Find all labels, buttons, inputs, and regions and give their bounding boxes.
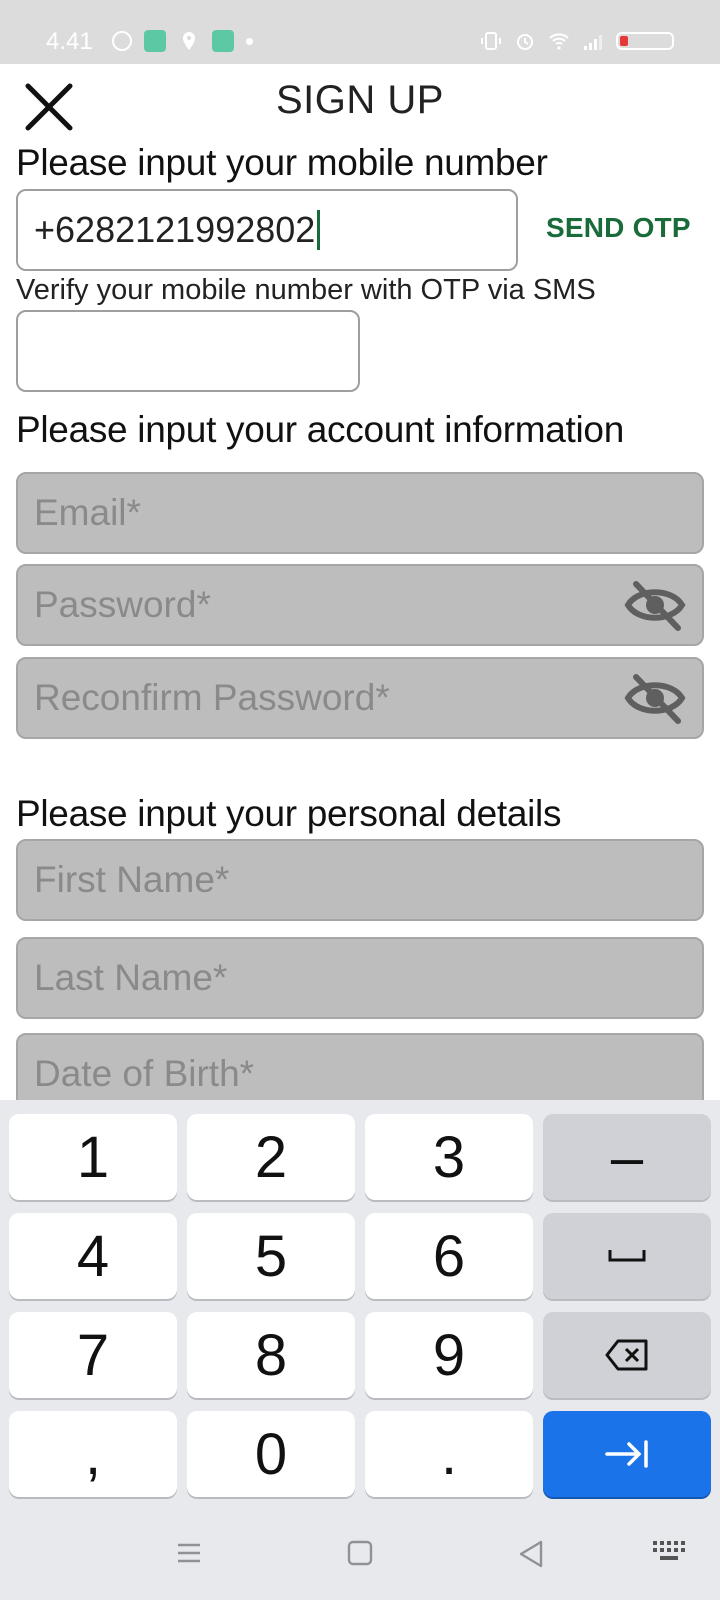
otp-helper-text: Verify your mobile number with OTP via S… <box>16 274 596 306</box>
personal-section-label: Please input your personal details <box>16 793 562 834</box>
app-notification-icon <box>144 30 166 52</box>
key-9[interactable]: 9 <box>365 1312 533 1398</box>
key-7[interactable]: 7 <box>9 1312 177 1398</box>
backspace-icon <box>605 1339 648 1371</box>
key-2[interactable]: 2 <box>187 1114 355 1200</box>
key-next[interactable] <box>543 1411 711 1497</box>
back-icon[interactable] <box>518 1540 544 1568</box>
next-field-icon <box>605 1440 648 1468</box>
key-6[interactable]: 6 <box>365 1213 533 1299</box>
signal-icon <box>584 35 602 50</box>
text-cursor <box>317 210 321 250</box>
date-of-birth-placeholder: Date of Birth* <box>34 1053 255 1094</box>
key-3[interactable]: 3 <box>365 1114 533 1200</box>
last-name-field[interactable]: Last Name* <box>16 937 704 1019</box>
key-dash[interactable]: – <box>543 1114 711 1200</box>
status-bar: 4.41 <box>0 0 720 64</box>
eye-off-icon[interactable] <box>624 671 686 725</box>
key-backspace[interactable] <box>543 1312 711 1398</box>
wifi-icon <box>549 33 569 50</box>
send-otp-button[interactable]: SEND OTP <box>546 212 691 244</box>
whatsapp-icon <box>112 31 132 51</box>
menu-icon[interactable] <box>176 1540 202 1566</box>
first-name-field[interactable]: First Name* <box>16 839 704 921</box>
last-name-placeholder: Last Name* <box>34 957 228 998</box>
password-field[interactable]: Password* <box>16 564 704 646</box>
phone-number-input[interactable]: +6282121992802 <box>16 189 518 271</box>
key-8[interactable]: 8 <box>187 1312 355 1398</box>
numeric-keyboard: 1 2 3 – 4 5 6 7 8 9 , 0 . <box>0 1100 720 1512</box>
phone-number-value: +6282121992802 <box>34 209 316 250</box>
key-period[interactable]: . <box>365 1411 533 1497</box>
reconfirm-password-placeholder: Reconfirm Password* <box>34 677 390 718</box>
account-section-label: Please input your account information <box>16 409 624 450</box>
key-comma[interactable]: , <box>9 1411 177 1497</box>
key-space[interactable] <box>543 1213 711 1299</box>
keyboard-icon[interactable] <box>652 1540 686 1564</box>
otp-input[interactable] <box>16 310 360 392</box>
system-icons <box>480 30 674 52</box>
email-placeholder: Email* <box>34 492 141 533</box>
space-icon <box>608 1250 646 1262</box>
home-icon[interactable] <box>347 1540 373 1566</box>
notification-icons <box>112 30 253 52</box>
vibrate-icon <box>481 32 501 50</box>
key-4[interactable]: 4 <box>9 1213 177 1299</box>
reconfirm-password-field[interactable]: Reconfirm Password* <box>16 657 704 739</box>
navigation-bar <box>0 1512 720 1600</box>
eye-off-icon[interactable] <box>624 578 686 632</box>
status-time: 4.41 <box>46 28 93 55</box>
location-icon <box>183 32 195 50</box>
page-title: SIGN UP <box>276 78 444 122</box>
key-5[interactable]: 5 <box>187 1213 355 1299</box>
key-0[interactable]: 0 <box>187 1411 355 1497</box>
password-placeholder: Password* <box>34 584 211 625</box>
first-name-placeholder: First Name* <box>34 859 230 900</box>
key-1[interactable]: 1 <box>9 1114 177 1200</box>
alarm-icon <box>517 34 533 50</box>
app-notification-icon <box>212 30 234 52</box>
email-field[interactable]: Email* <box>16 472 704 554</box>
battery-icon <box>616 32 674 50</box>
mobile-section-label: Please input your mobile number <box>16 142 548 183</box>
more-notifications-dot <box>246 37 253 45</box>
